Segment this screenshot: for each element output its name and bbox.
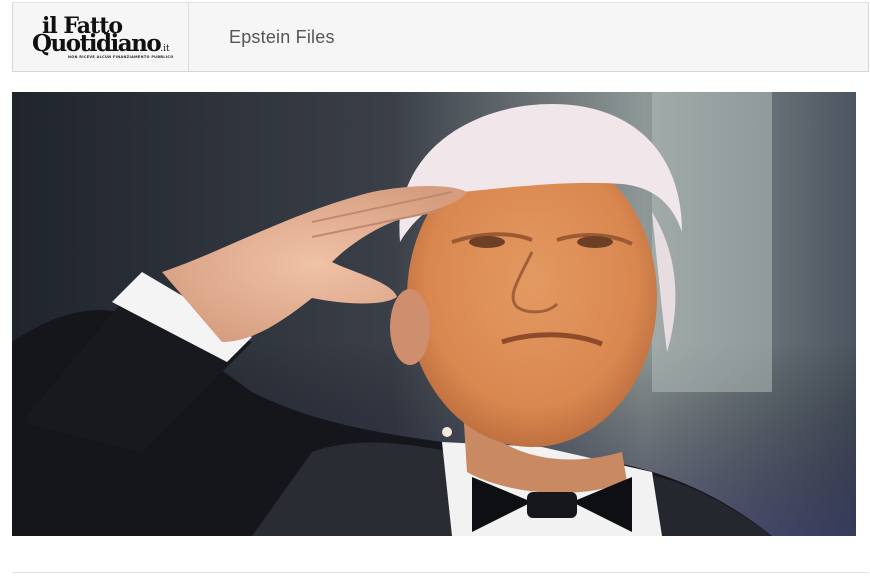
ear	[390, 289, 430, 365]
site-header: il Fatto Quotidiano.it NON RICEVE ALCUN …	[12, 2, 869, 72]
background-light	[652, 92, 772, 392]
logo-wordmark: Quotidiano	[32, 30, 162, 57]
divider	[12, 572, 869, 573]
site-logo: il Fatto Quotidiano.it NON RICEVE ALCUN …	[32, 13, 174, 63]
eye-right	[577, 236, 613, 248]
logo-line2: Quotidiano.it	[32, 30, 170, 57]
section-title[interactable]: Epstein Files	[229, 27, 335, 48]
earpiece	[442, 427, 452, 437]
bow-tie-knot	[527, 492, 577, 518]
logo-link[interactable]: il Fatto Quotidiano.it NON RICEVE ALCUN …	[13, 3, 189, 71]
hero-photo	[12, 92, 856, 536]
hero-image[interactable]	[12, 92, 856, 536]
logo-suffix: .it	[160, 44, 170, 54]
eye-left	[469, 236, 505, 248]
logo-tagline: NON RICEVE ALCUN FINANZIAMENTO PUBBLICO	[68, 55, 174, 59]
page: il Fatto Quotidiano.it NON RICEVE ALCUN …	[0, 0, 870, 577]
